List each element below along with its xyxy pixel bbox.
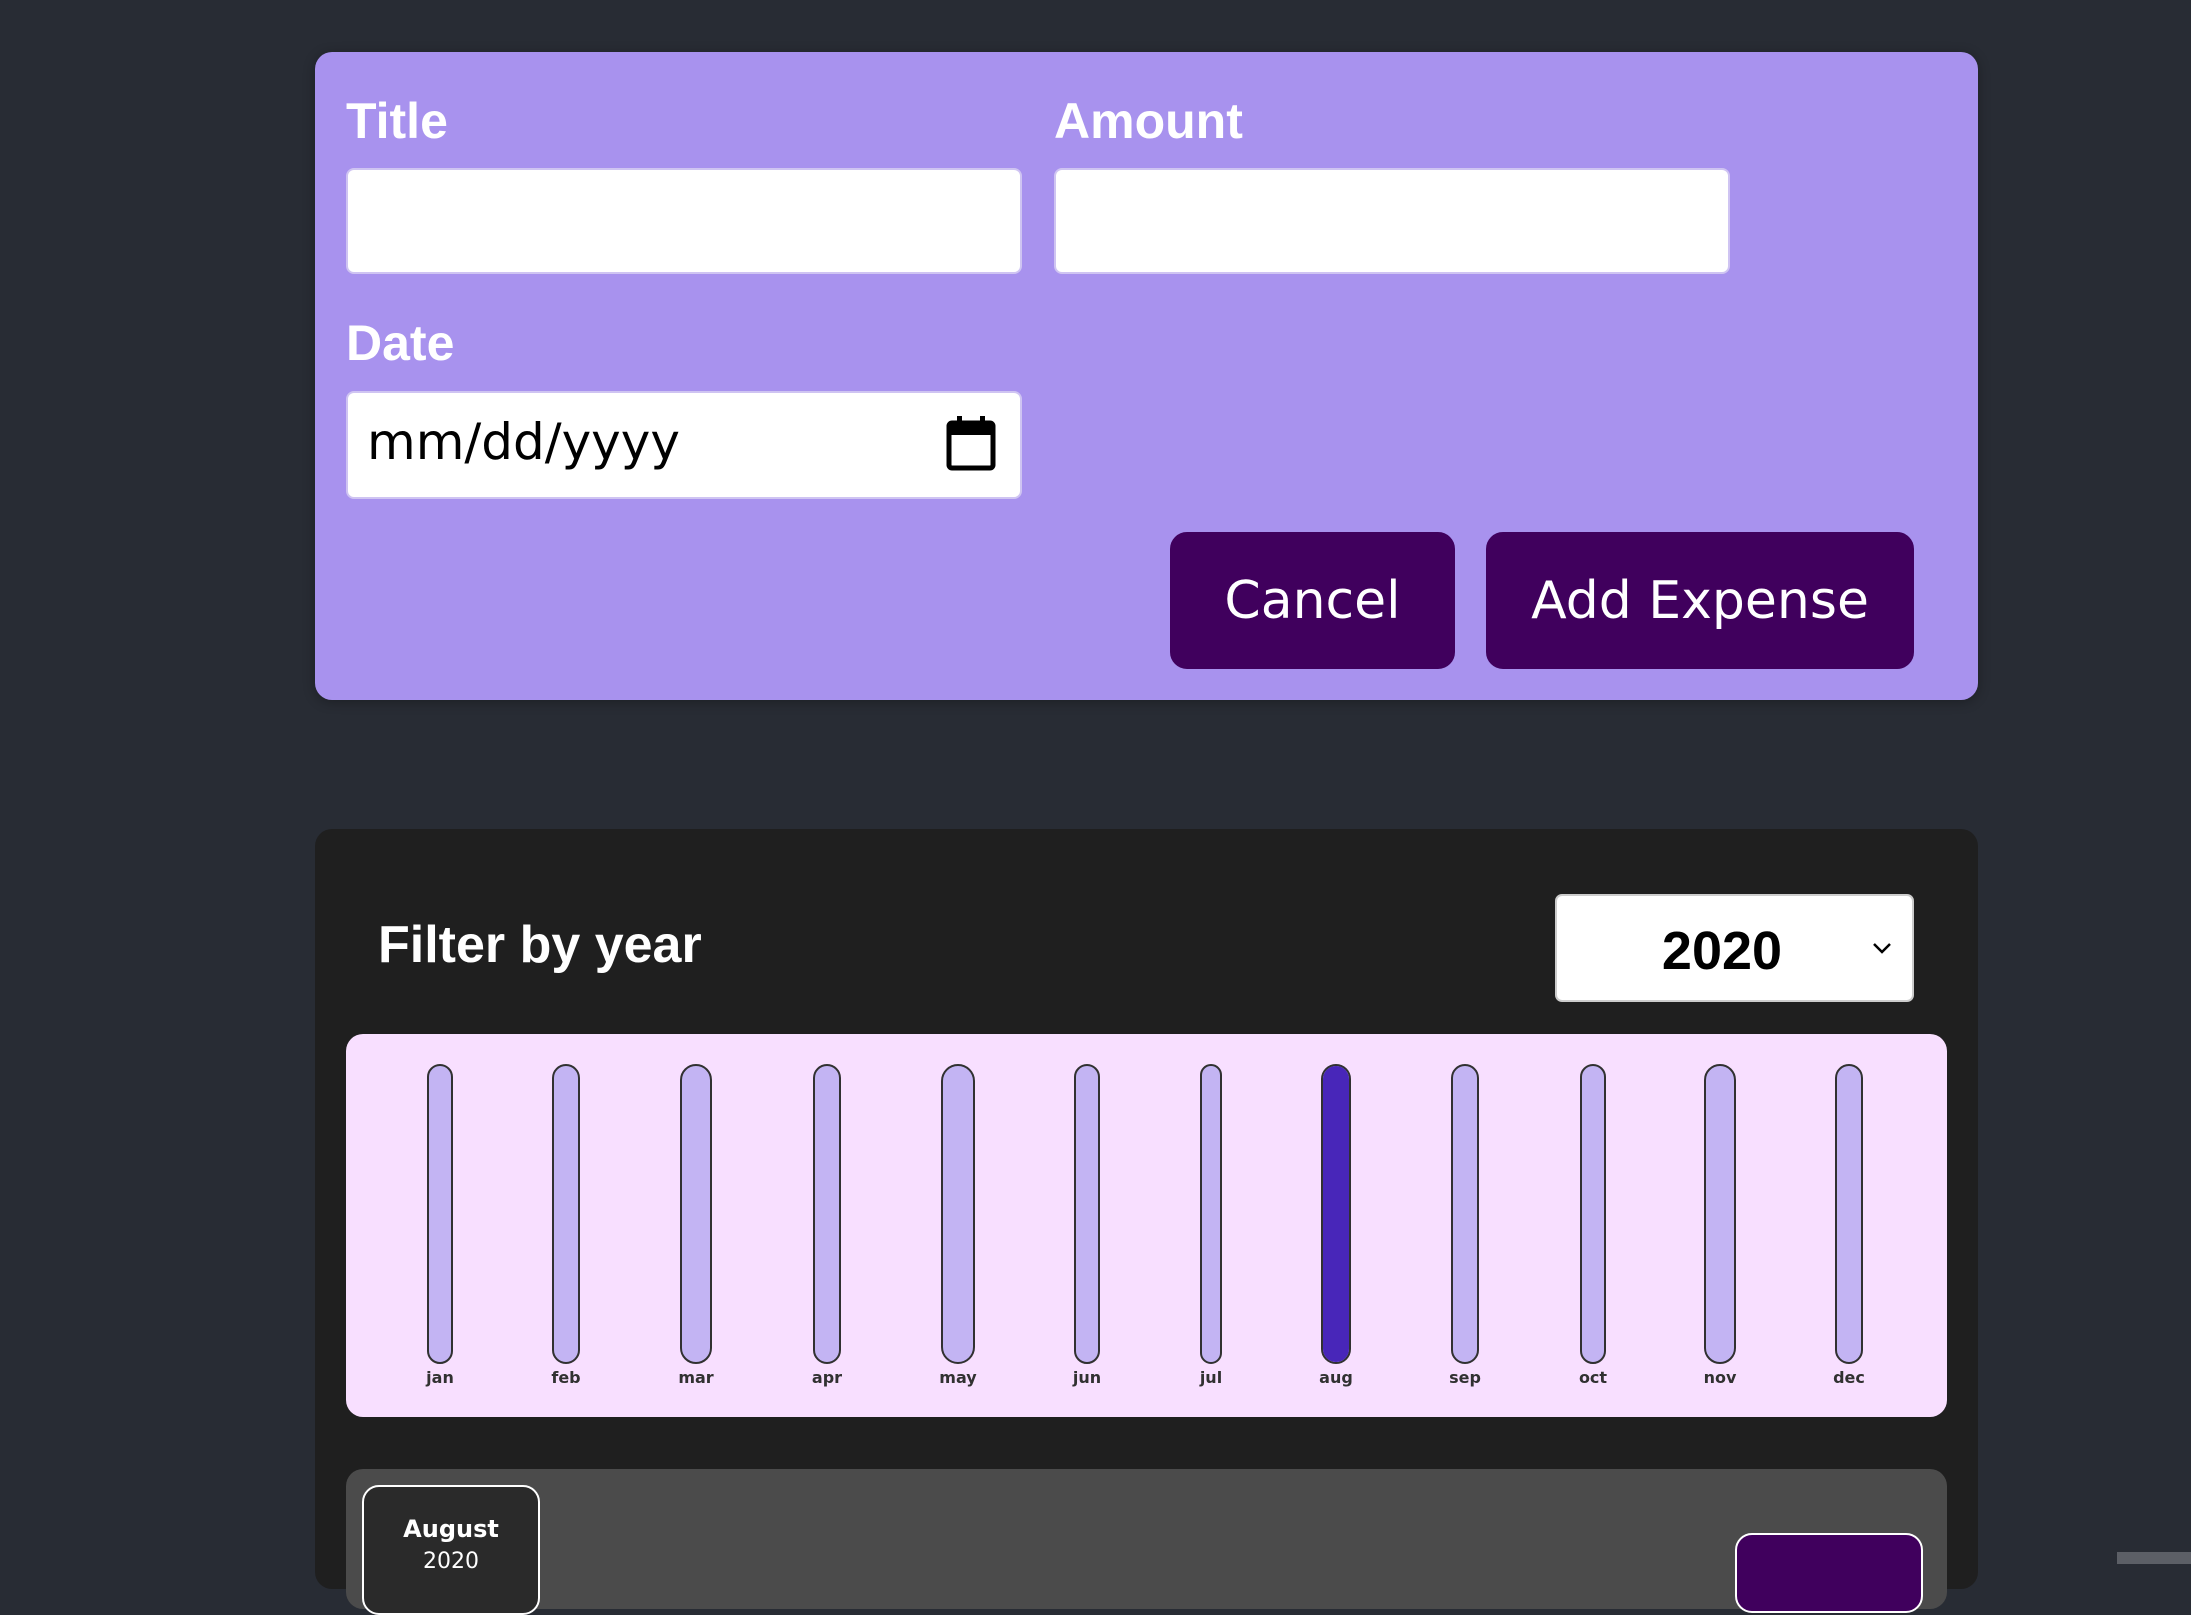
chart-bar-track (1835, 1064, 1863, 1364)
chart-bar-label: nov (1703, 1368, 1737, 1387)
chart-bar-label: dec (1833, 1368, 1865, 1387)
scrollbar[interactable] (2117, 1552, 2191, 1564)
expenses-panel: Filter by year 2020 jan feb mar apr may jun ju… (315, 829, 1978, 1615)
chart-bar-track (1451, 1064, 1479, 1364)
chevron-down-icon (1873, 943, 1891, 954)
amount-label: Amount (1054, 93, 1243, 149)
chart-bar-label: mar (678, 1368, 714, 1387)
chart-bar-label: jul (1199, 1368, 1223, 1387)
date-input[interactable]: mm/dd/yyyy (346, 391, 1022, 499)
chart-bar-track (680, 1064, 712, 1364)
filter-label: Filter by year (378, 916, 702, 974)
amount-input[interactable] (1054, 168, 1730, 274)
chart-bar-label: feb (551, 1368, 581, 1387)
chart-bar-label: jan (426, 1368, 454, 1387)
expense-item: August 2020 (346, 1469, 1947, 1615)
chart-bar-label: jun (1072, 1368, 1102, 1387)
expense-date: August 2020 (362, 1485, 540, 1615)
new-expense-form: Title Amount Date mm/dd/yyyy Cancel Add … (315, 52, 1978, 700)
title-label: Title (346, 93, 448, 149)
chart-bar-label: apr (811, 1368, 843, 1387)
chart-bar-track (1074, 1064, 1100, 1364)
title-input[interactable] (346, 168, 1022, 274)
chart-bar-track (427, 1064, 453, 1364)
chart-bar-track (1704, 1064, 1736, 1364)
selected-year: 2020 (1661, 921, 1783, 981)
date-label: Date (346, 315, 455, 371)
chart-bar-track (1580, 1064, 1606, 1364)
chart-bar-track (1321, 1064, 1351, 1364)
date-placeholder: mm/dd/yyyy (367, 413, 680, 471)
chart-bar-label: oct (1578, 1368, 1608, 1387)
chart-bar-track (813, 1064, 841, 1364)
expenses-chart: jan feb mar apr may jun jul aug sep oct nov dec (346, 1034, 1947, 1417)
add-expense-button[interactable]: Add Expense (1486, 532, 1914, 669)
chart-bar-label: aug (1319, 1368, 1353, 1387)
expense-month: August (403, 1515, 499, 1543)
expense-price (1735, 1533, 1923, 1613)
chart-bar-fill (1323, 1066, 1349, 1362)
calendar-icon[interactable] (946, 415, 996, 471)
cancel-button[interactable]: Cancel (1170, 532, 1455, 669)
chart-bar-label: may (939, 1368, 977, 1387)
chart-bar-label: sep (1449, 1368, 1481, 1387)
chart-bar-track (941, 1064, 975, 1364)
chart-bar-track (552, 1064, 580, 1364)
chart-bar-track (1200, 1064, 1222, 1364)
expense-year: 2020 (423, 1549, 479, 1574)
year-select[interactable]: 2020 (1555, 894, 1914, 1002)
